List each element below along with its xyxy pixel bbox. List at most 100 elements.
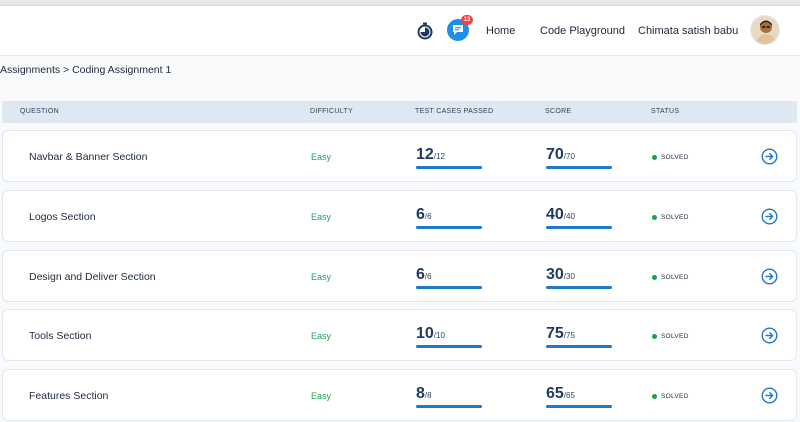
score: 75/75: [546, 325, 575, 343]
table-row[interactable]: Tools Section Easy 10/10 75/75 SOLVED: [2, 309, 797, 361]
column-header-difficulty: DIFFICULTY: [310, 108, 353, 115]
tests-progress-bar: [416, 226, 482, 229]
tests-total: /6: [424, 212, 432, 221]
difficulty-label: Easy: [311, 152, 332, 162]
tests-passed-count: 6: [416, 266, 425, 283]
score-value: 65: [546, 385, 564, 402]
tests-progress-fill: [416, 345, 482, 348]
score-value: 70: [546, 146, 564, 163]
score-value: 75: [546, 325, 564, 342]
score-progress-fill: [546, 345, 612, 348]
score-total: /65: [563, 391, 575, 400]
tests-passed: 6/6: [416, 266, 432, 284]
breadcrumb: Assignments > Coding Assignment 1: [0, 64, 172, 76]
status-label: SOLVED: [661, 392, 689, 400]
score-progress-fill: [546, 286, 612, 289]
score: 30/30: [546, 266, 575, 284]
status-badge: SOLVED: [652, 251, 689, 303]
table-header: QUESTION DIFFICULTY TEST CASES PASSED SC…: [2, 101, 797, 123]
score-progress-bar: [546, 405, 612, 408]
tests-total: /12: [433, 152, 445, 161]
question-title[interactable]: Features Section: [29, 370, 108, 422]
tests-progress-fill: [416, 166, 482, 169]
score-value: 40: [546, 206, 564, 223]
score-progress-fill: [546, 166, 612, 169]
tests-passed-count: 8: [416, 385, 425, 402]
tests-total: /10: [433, 331, 445, 340]
status-dot: [652, 393, 657, 399]
tests-passed-count: 12: [416, 146, 434, 163]
column-header-test-cases: TEST CASES PASSED: [415, 108, 494, 115]
table-row[interactable]: Navbar & Banner Section Easy 12/12 70/70…: [2, 130, 797, 182]
nav-home-link[interactable]: Home: [486, 6, 515, 56]
status-dot: [652, 214, 657, 220]
tests-progress-fill: [416, 286, 482, 289]
table-row[interactable]: Design and Deliver Section Easy 6/6 30/3…: [2, 250, 797, 302]
column-header-status: STATUS: [651, 108, 680, 115]
stopwatch-icon[interactable]: [416, 22, 434, 40]
nav-code-playground-link[interactable]: Code Playground: [540, 6, 625, 56]
score: 40/40: [546, 206, 575, 224]
column-header-question: QUESTION: [20, 108, 59, 115]
status-badge: SOLVED: [652, 191, 689, 243]
score-total: /75: [563, 331, 575, 340]
score-total: /70: [563, 152, 575, 161]
arrow-circle-right-icon[interactable]: [761, 268, 778, 285]
status-dot: [652, 333, 657, 339]
tests-passed-count: 10: [416, 325, 434, 342]
score-progress-fill: [546, 226, 612, 229]
difficulty-label: Easy: [311, 272, 332, 282]
column-header-score: SCORE: [545, 108, 572, 115]
score-total: /30: [563, 272, 575, 281]
tests-progress-bar: [416, 166, 482, 169]
tests-progress-bar: [416, 345, 482, 348]
arrow-circle-right-icon[interactable]: [761, 327, 778, 344]
top-navbar: 13 Home Code Playground Chimata satish b…: [0, 6, 800, 56]
question-title[interactable]: Tools Section: [29, 310, 91, 362]
status-label: SOLVED: [661, 213, 689, 221]
score: 65/65: [546, 385, 575, 403]
status-badge: SOLVED: [652, 131, 689, 183]
user-name[interactable]: Chimata satish babu: [638, 6, 738, 56]
tests-passed: 8/8: [416, 385, 432, 403]
tests-progress-bar: [416, 405, 482, 408]
tests-total: /8: [424, 391, 432, 400]
question-title[interactable]: Logos Section: [29, 191, 96, 243]
tests-passed-count: 6: [416, 206, 425, 223]
avatar[interactable]: [750, 15, 780, 45]
status-label: SOLVED: [661, 273, 689, 281]
tests-progress-fill: [416, 405, 482, 408]
difficulty-label: Easy: [311, 391, 332, 401]
score-progress-bar: [546, 166, 612, 169]
table-row[interactable]: Logos Section Easy 6/6 40/40 SOLVED: [2, 190, 797, 242]
tests-passed: 10/10: [416, 325, 445, 343]
browser-top-strip: [0, 0, 800, 6]
status-label: SOLVED: [661, 332, 689, 340]
tests-total: /6: [424, 272, 432, 281]
notification-badge: 13: [461, 15, 473, 25]
arrow-circle-right-icon[interactable]: [761, 387, 778, 404]
difficulty-label: Easy: [311, 331, 332, 341]
status-badge: SOLVED: [652, 310, 689, 362]
score-total: /40: [563, 212, 575, 221]
tests-passed: 12/12: [416, 146, 445, 164]
score-progress-bar: [546, 226, 612, 229]
table-row[interactable]: Features Section Easy 8/8 65/65 SOLVED: [2, 369, 797, 421]
score-value: 30: [546, 266, 564, 283]
question-title[interactable]: Navbar & Banner Section: [29, 131, 147, 183]
tests-progress-bar: [416, 286, 482, 289]
status-dot: [652, 154, 657, 160]
score: 70/70: [546, 146, 575, 164]
arrow-circle-right-icon[interactable]: [761, 208, 778, 225]
tests-progress-fill: [416, 226, 482, 229]
tests-passed: 6/6: [416, 206, 432, 224]
status-badge: SOLVED: [652, 370, 689, 422]
score-progress-bar: [546, 286, 612, 289]
status-dot: [652, 274, 657, 280]
score-progress-fill: [546, 405, 612, 408]
score-progress-bar: [546, 345, 612, 348]
status-label: SOLVED: [661, 153, 689, 161]
question-title[interactable]: Design and Deliver Section: [29, 251, 156, 303]
difficulty-label: Easy: [311, 212, 332, 222]
arrow-circle-right-icon[interactable]: [761, 148, 778, 165]
